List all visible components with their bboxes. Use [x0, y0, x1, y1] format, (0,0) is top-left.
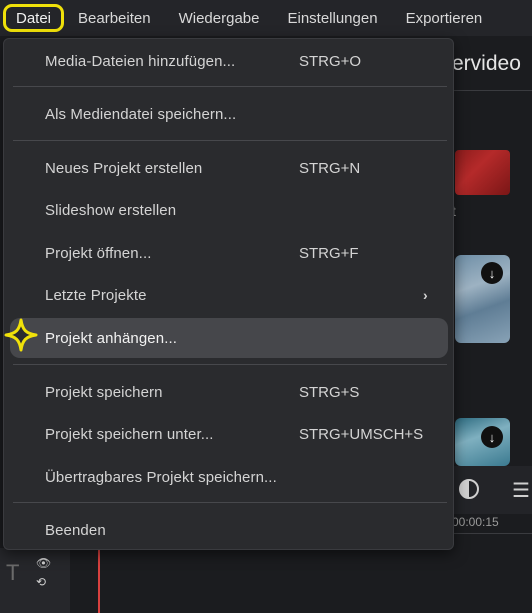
menu-item-projekt-oeffnen[interactable]: Projekt öffnen... STRG+F — [10, 233, 448, 273]
menu-exportieren[interactable]: Exportieren — [392, 0, 497, 36]
menu-separator — [13, 86, 447, 87]
menu-item-neues-projekt[interactable]: Neues Projekt erstellen STRG+N — [10, 148, 448, 188]
link-icon[interactable]: ⟲ — [36, 575, 46, 589]
datei-dropdown-menu: Media-Dateien hinzufügen... STRG+O Als M… — [3, 38, 454, 550]
menu-item-beenden[interactable]: Beenden — [10, 510, 448, 550]
menu-einstellungen[interactable]: Einstellungen — [273, 0, 391, 36]
sparkle-icon — [4, 318, 38, 352]
menu-item-label: Letzte Projekte — [45, 286, 147, 304]
menu-item-projekt-speichern[interactable]: Projekt speichern STRG+S — [10, 372, 448, 412]
menubar: Datei Bearbeiten Wiedergabe Einstellunge… — [0, 0, 532, 36]
text-track-icon: T — [6, 560, 20, 585]
menu-wiedergabe[interactable]: Wiedergabe — [165, 0, 274, 36]
contrast-icon[interactable] — [459, 479, 479, 499]
menu-item-projekt-anhaengen[interactable]: Projekt anhängen... — [10, 318, 448, 358]
timeline-timecode: 00:00:15 — [452, 515, 499, 529]
menu-item-shortcut: STRG+UMSCH+S — [299, 425, 424, 443]
menu-item-shortcut: STRG+O — [299, 52, 362, 70]
menu-item-label: Beenden — [45, 521, 106, 539]
menu-item-label: Projekt anhängen... — [45, 329, 177, 347]
menu-item-shortcut: STRG+N — [299, 159, 361, 177]
chevron-right-icon: › — [423, 287, 428, 303]
download-icon[interactable]: ↓ — [481, 262, 503, 284]
menu-item-label: Slideshow erstellen — [45, 201, 177, 219]
menu-item-uebertragbares-projekt[interactable]: Übertragbares Projekt speichern... — [10, 457, 448, 497]
menu-item-media-dateien-hinzufuegen[interactable]: Media-Dateien hinzufügen... STRG+O — [10, 41, 448, 81]
menu-item-label: Media-Dateien hinzufügen... — [45, 52, 236, 70]
menu-item-label: Als Mediendatei speichern... — [45, 105, 237, 123]
menu-item-projekt-speichern-unter[interactable]: Projekt speichern unter... STRG+UMSCH+S — [10, 414, 448, 454]
menu-item-label: Projekt speichern unter... — [45, 425, 214, 443]
menu-separator — [13, 140, 447, 141]
menu-item-label: Neues Projekt erstellen — [45, 159, 203, 177]
panel-title: ervideo — [452, 52, 521, 75]
menu-item-shortcut: STRG+F — [299, 244, 359, 262]
menu-item-slideshow-erstellen[interactable]: Slideshow erstellen — [10, 190, 448, 230]
menu-item-shortcut: STRG+S — [299, 383, 360, 401]
menu-item-label: Projekt speichern — [45, 383, 163, 401]
menu-bearbeiten[interactable]: Bearbeiten — [64, 0, 165, 36]
menu-item-letzte-projekte[interactable]: Letzte Projekte › — [10, 275, 448, 315]
menu-separator — [13, 364, 447, 365]
panel-divider — [450, 90, 532, 91]
media-thumbnail[interactable] — [455, 150, 510, 195]
menu-item-label: Übertragbares Projekt speichern... — [45, 468, 277, 486]
sliders-icon[interactable]: ☰ — [512, 478, 530, 503]
menu-separator — [13, 502, 447, 503]
menu-item-label: Projekt öffnen... — [45, 244, 152, 262]
menu-item-als-mediendatei-speichern[interactable]: Als Mediendatei speichern... — [10, 94, 448, 134]
download-icon[interactable]: ↓ — [481, 426, 503, 448]
menu-datei[interactable]: Datei — [3, 4, 65, 32]
eye-icon[interactable]: 👁 — [36, 556, 51, 570]
